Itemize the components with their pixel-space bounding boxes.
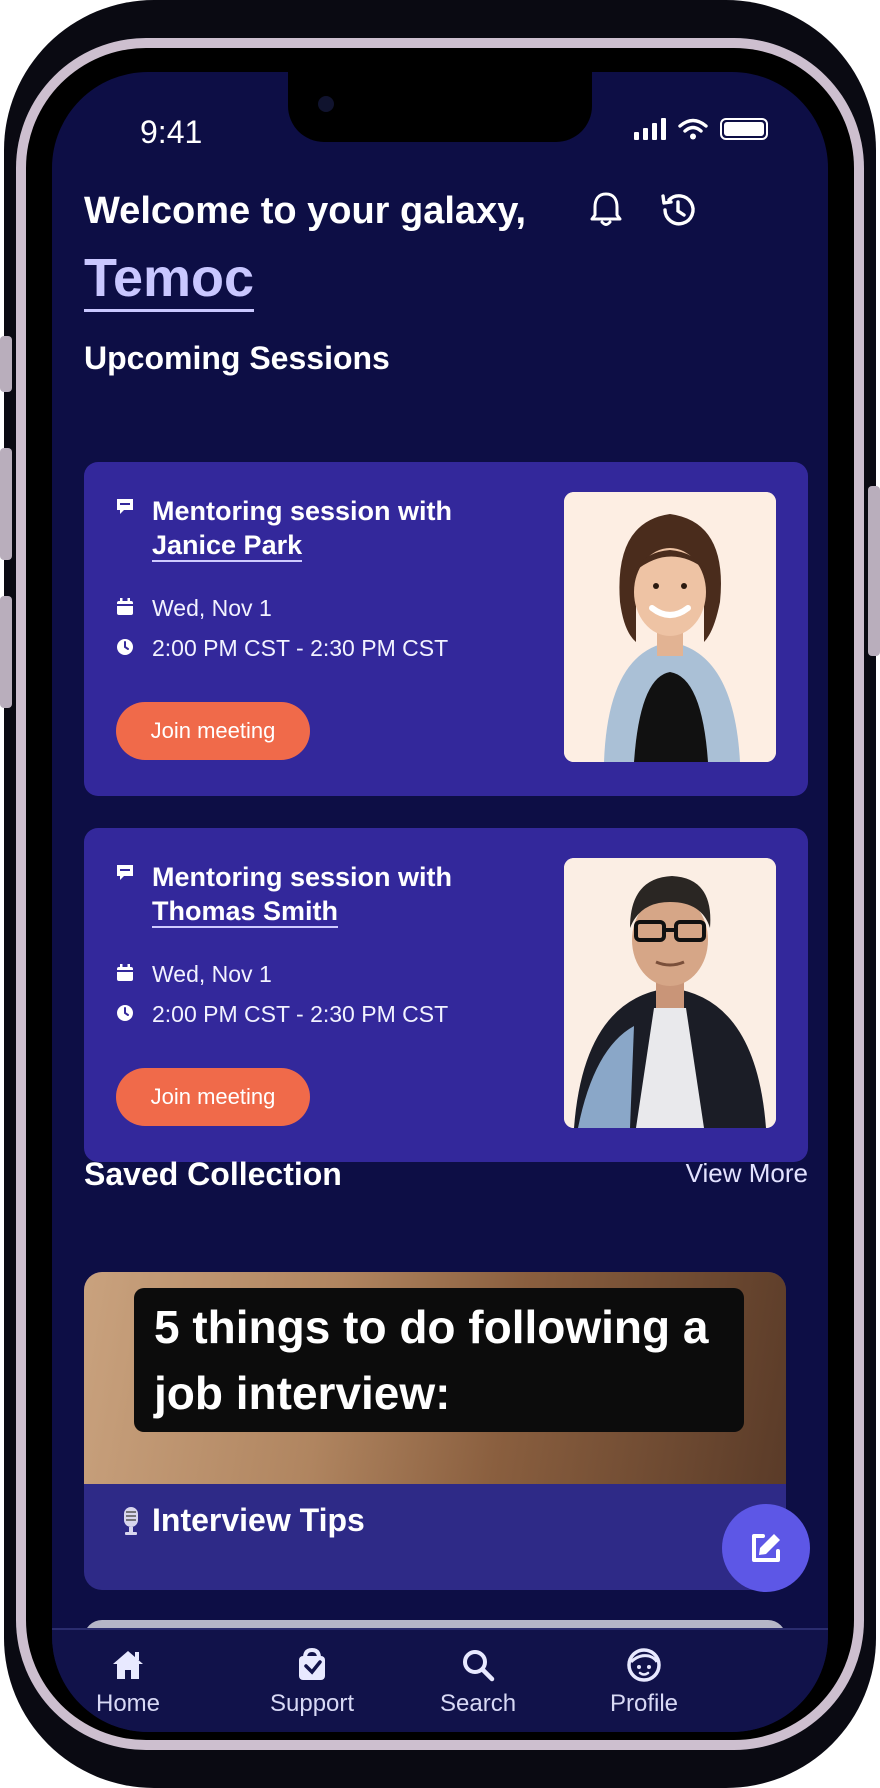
chat-icon <box>117 499 133 514</box>
session-card[interactable]: Mentoring session with Thomas Smith Wed,… <box>84 828 808 1162</box>
session-title-row: Mentoring session with Janice Park <box>116 494 452 562</box>
power-button <box>868 486 880 656</box>
calendar-icon <box>117 964 133 981</box>
mentor-photo <box>564 858 776 1128</box>
edit-icon <box>752 1534 780 1562</box>
session-time-row: 2:00 PM CST - 2:30 PM CST <box>116 634 448 662</box>
session-date-row: Wed, Nov 1 <box>116 594 272 622</box>
microphone-icon <box>124 1506 138 1535</box>
notch <box>288 72 592 142</box>
welcome-text: Welcome to your galaxy, <box>84 190 527 232</box>
view-more-link[interactable]: View More <box>686 1158 808 1189</box>
session-date: Wed, Nov 1 <box>152 961 272 987</box>
mentor-portrait-image <box>564 858 776 1128</box>
session-date: Wed, Nov 1 <box>152 595 272 621</box>
search-icon <box>463 1650 495 1682</box>
session-time-row: 2:00 PM CST - 2:30 PM CST <box>116 1000 448 1028</box>
tab-home[interactable]: Home <box>96 1646 160 1718</box>
mentor-name-link[interactable]: Janice Park <box>152 530 303 562</box>
status-icons <box>634 118 768 140</box>
app-screen: 9:41 Welcome to your galaxy, Temoc Upcom… <box>52 72 828 1732</box>
profile-icon <box>627 1648 661 1682</box>
volume-up-button <box>0 448 12 560</box>
tab-support[interactable]: Support <box>270 1646 354 1718</box>
session-date-row: Wed, Nov 1 <box>116 960 272 988</box>
mentor-portrait-image <box>564 492 776 762</box>
bottom-tab-bar: Home Support Search Profile <box>52 1628 828 1732</box>
cellular-signal-icon <box>634 118 666 140</box>
saved-collection-card[interactable]: 5 things to do following a job interview… <box>84 1272 786 1590</box>
username-link[interactable]: Temoc <box>84 250 255 312</box>
tab-profile[interactable]: Profile <box>610 1646 678 1718</box>
session-time: 2:00 PM CST - 2:30 PM CST <box>152 635 449 661</box>
status-time: 9:41 <box>140 114 203 150</box>
tab-search[interactable]: Search <box>440 1646 516 1718</box>
mute-switch <box>0 336 12 392</box>
battery-icon <box>720 118 768 140</box>
volume-down-button <box>0 596 12 708</box>
bell-icon[interactable] <box>584 188 628 232</box>
chat-icon <box>117 865 133 880</box>
session-title: Mentoring session with Janice Park <box>152 496 453 562</box>
wifi-icon <box>678 118 708 140</box>
join-meeting-button[interactable]: Join meeting <box>116 702 310 760</box>
collection-label: Interview Tips <box>120 1502 365 1539</box>
session-title: Mentoring session with Thomas Smith <box>152 862 453 928</box>
clock-icon <box>117 639 133 655</box>
home-icon <box>113 1651 144 1679</box>
session-time: 2:00 PM CST - 2:30 PM CST <box>152 1001 449 1027</box>
join-meeting-button[interactable]: Join meeting <box>116 1068 310 1126</box>
saved-collection-title: Saved Collection <box>84 1156 342 1192</box>
support-icon <box>299 1647 326 1680</box>
upcoming-sessions-title: Upcoming Sessions <box>84 340 390 376</box>
clock-icon <box>117 1005 133 1021</box>
mentor-name-link[interactable]: Thomas Smith <box>152 896 339 928</box>
collection-caption: 5 things to do following a job interview… <box>134 1288 744 1432</box>
compose-button[interactable] <box>722 1504 810 1592</box>
session-title-row: Mentoring session with Thomas Smith <box>116 860 452 928</box>
history-icon[interactable] <box>656 188 700 232</box>
front-camera <box>318 96 334 112</box>
mentor-photo <box>564 492 776 762</box>
session-card[interactable]: Mentoring session with Janice Park Wed, … <box>84 462 808 796</box>
calendar-icon <box>117 598 133 615</box>
